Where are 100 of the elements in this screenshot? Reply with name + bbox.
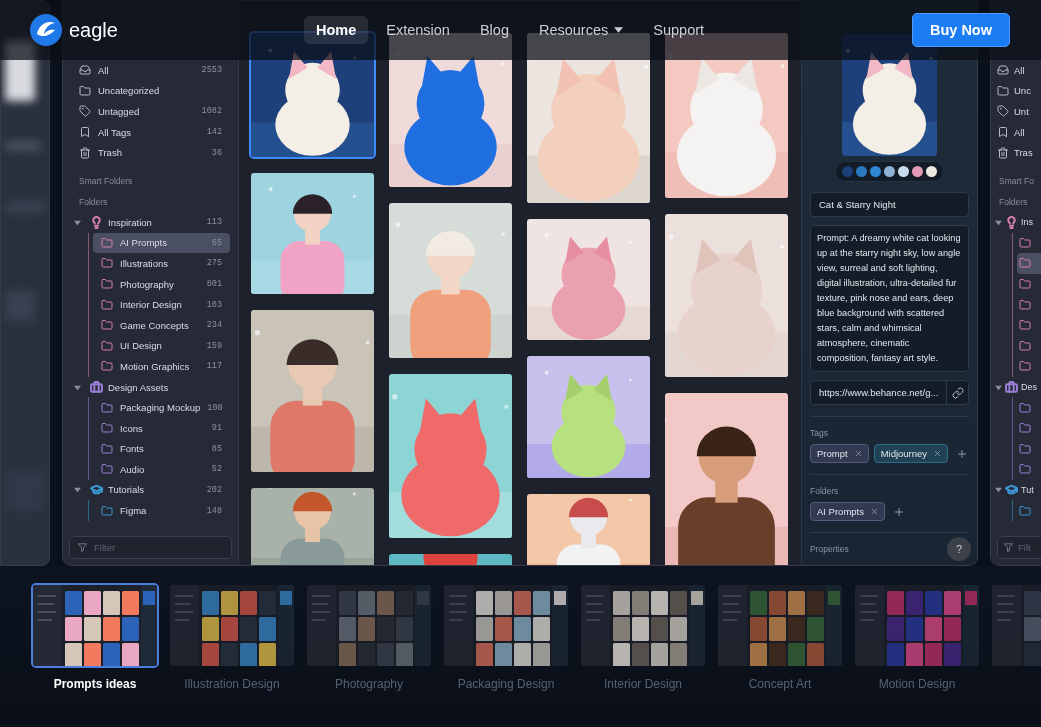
item-count: 801 bbox=[206, 279, 222, 290]
sidebar-item[interactable]: Untagged 1082 bbox=[71, 101, 230, 122]
color-swatch[interactable] bbox=[884, 166, 895, 177]
folder-item[interactable]: Interior Design 103 bbox=[93, 294, 230, 315]
folder-icon bbox=[101, 504, 113, 517]
remove-icon[interactable] bbox=[853, 449, 863, 458]
item-count: 202 bbox=[206, 485, 222, 495]
item-count: 108 bbox=[207, 402, 223, 413]
section-heading: Smart Folders bbox=[78, 175, 134, 189]
sidebar-item[interactable]: Uncategorized bbox=[71, 80, 230, 102]
tag-icon bbox=[79, 105, 91, 118]
remove-icon[interactable] bbox=[870, 507, 879, 516]
remove-icon[interactable] bbox=[933, 449, 943, 458]
section-heading: Properties bbox=[810, 544, 849, 554]
buy-button[interactable]: Buy Now bbox=[911, 13, 1010, 47]
folder-icon bbox=[1019, 319, 1031, 332]
sidebar-item[interactable]: Tras bbox=[995, 142, 1041, 163]
folder-icon bbox=[1019, 360, 1031, 373]
folder-item[interactable]: Game Concepts 234 bbox=[93, 314, 230, 336]
folder-icon bbox=[1019, 442, 1031, 455]
plus-icon bbox=[956, 447, 969, 460]
folder-item[interactable]: Photography 801 bbox=[93, 273, 230, 295]
folder-icon bbox=[101, 339, 113, 352]
folder-group[interactable]: Inspiration 113 bbox=[71, 211, 230, 233]
inbox-icon bbox=[997, 64, 1009, 77]
folder-icon bbox=[1019, 463, 1031, 476]
folder-item[interactable]: Figma 148 bbox=[93, 500, 230, 521]
tag-chip[interactable]: Midjourney bbox=[873, 444, 949, 463]
folder-icon bbox=[101, 236, 113, 249]
folder-item[interactable]: Icons 91 bbox=[93, 417, 230, 439]
folder-item[interactable]: Illustrations 275 bbox=[93, 253, 230, 274]
item-count: 113 bbox=[206, 217, 222, 228]
item-count: 275 bbox=[206, 258, 222, 269]
folder-group[interactable]: Design Assets bbox=[71, 376, 230, 398]
folder-icon bbox=[101, 463, 113, 476]
sidebar-item[interactable]: All bbox=[995, 121, 1041, 143]
tag-chip[interactable]: AI Prompts bbox=[810, 502, 885, 521]
caret-icon[interactable] bbox=[74, 383, 81, 391]
item-count: 65 bbox=[211, 237, 222, 248]
title-field[interactable]: Cat & Starry Night bbox=[810, 192, 969, 217]
sidebar-item[interactable]: All 2553 bbox=[71, 60, 230, 81]
trash-icon bbox=[79, 146, 91, 159]
logo-icon[interactable] bbox=[30, 14, 62, 46]
folder-item[interactable]: Audio 52 bbox=[93, 459, 230, 480]
sidebar-item[interactable]: All Tags 142 bbox=[71, 121, 230, 143]
item-count: 148 bbox=[206, 505, 222, 516]
section-heading: Folders bbox=[810, 486, 839, 496]
section-heading: Smart Fo bbox=[998, 175, 1035, 189]
folder-group[interactable]: Tut bbox=[995, 479, 1041, 501]
color-swatch[interactable] bbox=[842, 166, 853, 177]
caret-icon[interactable] bbox=[995, 218, 1002, 226]
folder-icon bbox=[101, 298, 113, 311]
folder-item[interactable]: Packaging Mockup 108 bbox=[93, 397, 230, 418]
tag-chip[interactable]: Prompt bbox=[810, 444, 869, 463]
bookmark-icon bbox=[997, 126, 1009, 139]
folder-icon bbox=[1019, 401, 1031, 414]
caret-icon[interactable] bbox=[74, 486, 81, 494]
folder-item[interactable]: UI Design 159 bbox=[93, 335, 230, 357]
folder-icon bbox=[997, 84, 1009, 97]
notes-field[interactable]: Prompt: A dreamy white cat looking up at the starry night sky, low angle view, surreal and soft lighting, digital illustration, ultra-detailed fur texture, pink nose and ears, deep blue background with scattered stars, calm and whimsical atmosphere, cinematic composition, fantasy art style. bbox=[810, 225, 969, 372]
caret-icon[interactable] bbox=[74, 218, 81, 226]
section-heading: Folders bbox=[78, 195, 109, 209]
folder-item[interactable]: AI Prompts 65 bbox=[93, 232, 230, 254]
tag-icon bbox=[997, 105, 1009, 118]
folder-icon bbox=[1019, 422, 1031, 435]
filter-icon bbox=[77, 542, 88, 553]
sidebar-item[interactable]: Unc bbox=[995, 80, 1041, 102]
item-count: 1082 bbox=[201, 106, 222, 117]
sidebar-item[interactable]: Trash 36 bbox=[71, 142, 230, 163]
item-count: 36 bbox=[211, 147, 222, 158]
folder-icon bbox=[1019, 236, 1031, 249]
sidebar-item[interactable]: Unt bbox=[995, 101, 1041, 122]
folder-icon bbox=[101, 422, 113, 435]
sidebar-item[interactable]: All bbox=[995, 60, 1041, 81]
color-swatch[interactable] bbox=[898, 166, 909, 177]
logo-text[interactable]: eagle bbox=[69, 18, 118, 42]
folder-group[interactable]: Des bbox=[995, 376, 1041, 398]
inbox-icon bbox=[79, 64, 91, 77]
item-count: 91 bbox=[211, 423, 222, 434]
folder-icon bbox=[101, 360, 113, 373]
bookmark-icon bbox=[79, 126, 91, 139]
item-count: 103 bbox=[206, 299, 222, 310]
nav-link[interactable]: Home bbox=[303, 16, 369, 44]
folder-item[interactable]: Fonts 85 bbox=[93, 438, 230, 460]
item-count: 85 bbox=[211, 443, 222, 454]
folder-icon bbox=[101, 401, 113, 414]
plus-icon bbox=[893, 505, 905, 518]
help-button[interactable]: ? bbox=[947, 537, 971, 561]
folder-group[interactable]: Ins bbox=[995, 211, 1041, 233]
color-swatch[interactable] bbox=[870, 166, 881, 177]
folder-group[interactable]: Tutorials 202 bbox=[71, 479, 230, 501]
color-swatch[interactable] bbox=[856, 166, 867, 177]
section-heading: Folders bbox=[998, 195, 1029, 209]
folder-item[interactable]: Motion Graphics 117 bbox=[93, 356, 230, 377]
color-swatch[interactable] bbox=[912, 166, 923, 177]
caret-icon[interactable] bbox=[995, 486, 1002, 494]
caret-icon[interactable] bbox=[995, 383, 1002, 391]
color-swatch[interactable] bbox=[926, 166, 937, 177]
filter-icon bbox=[1003, 542, 1014, 553]
folder-icon bbox=[79, 84, 91, 97]
